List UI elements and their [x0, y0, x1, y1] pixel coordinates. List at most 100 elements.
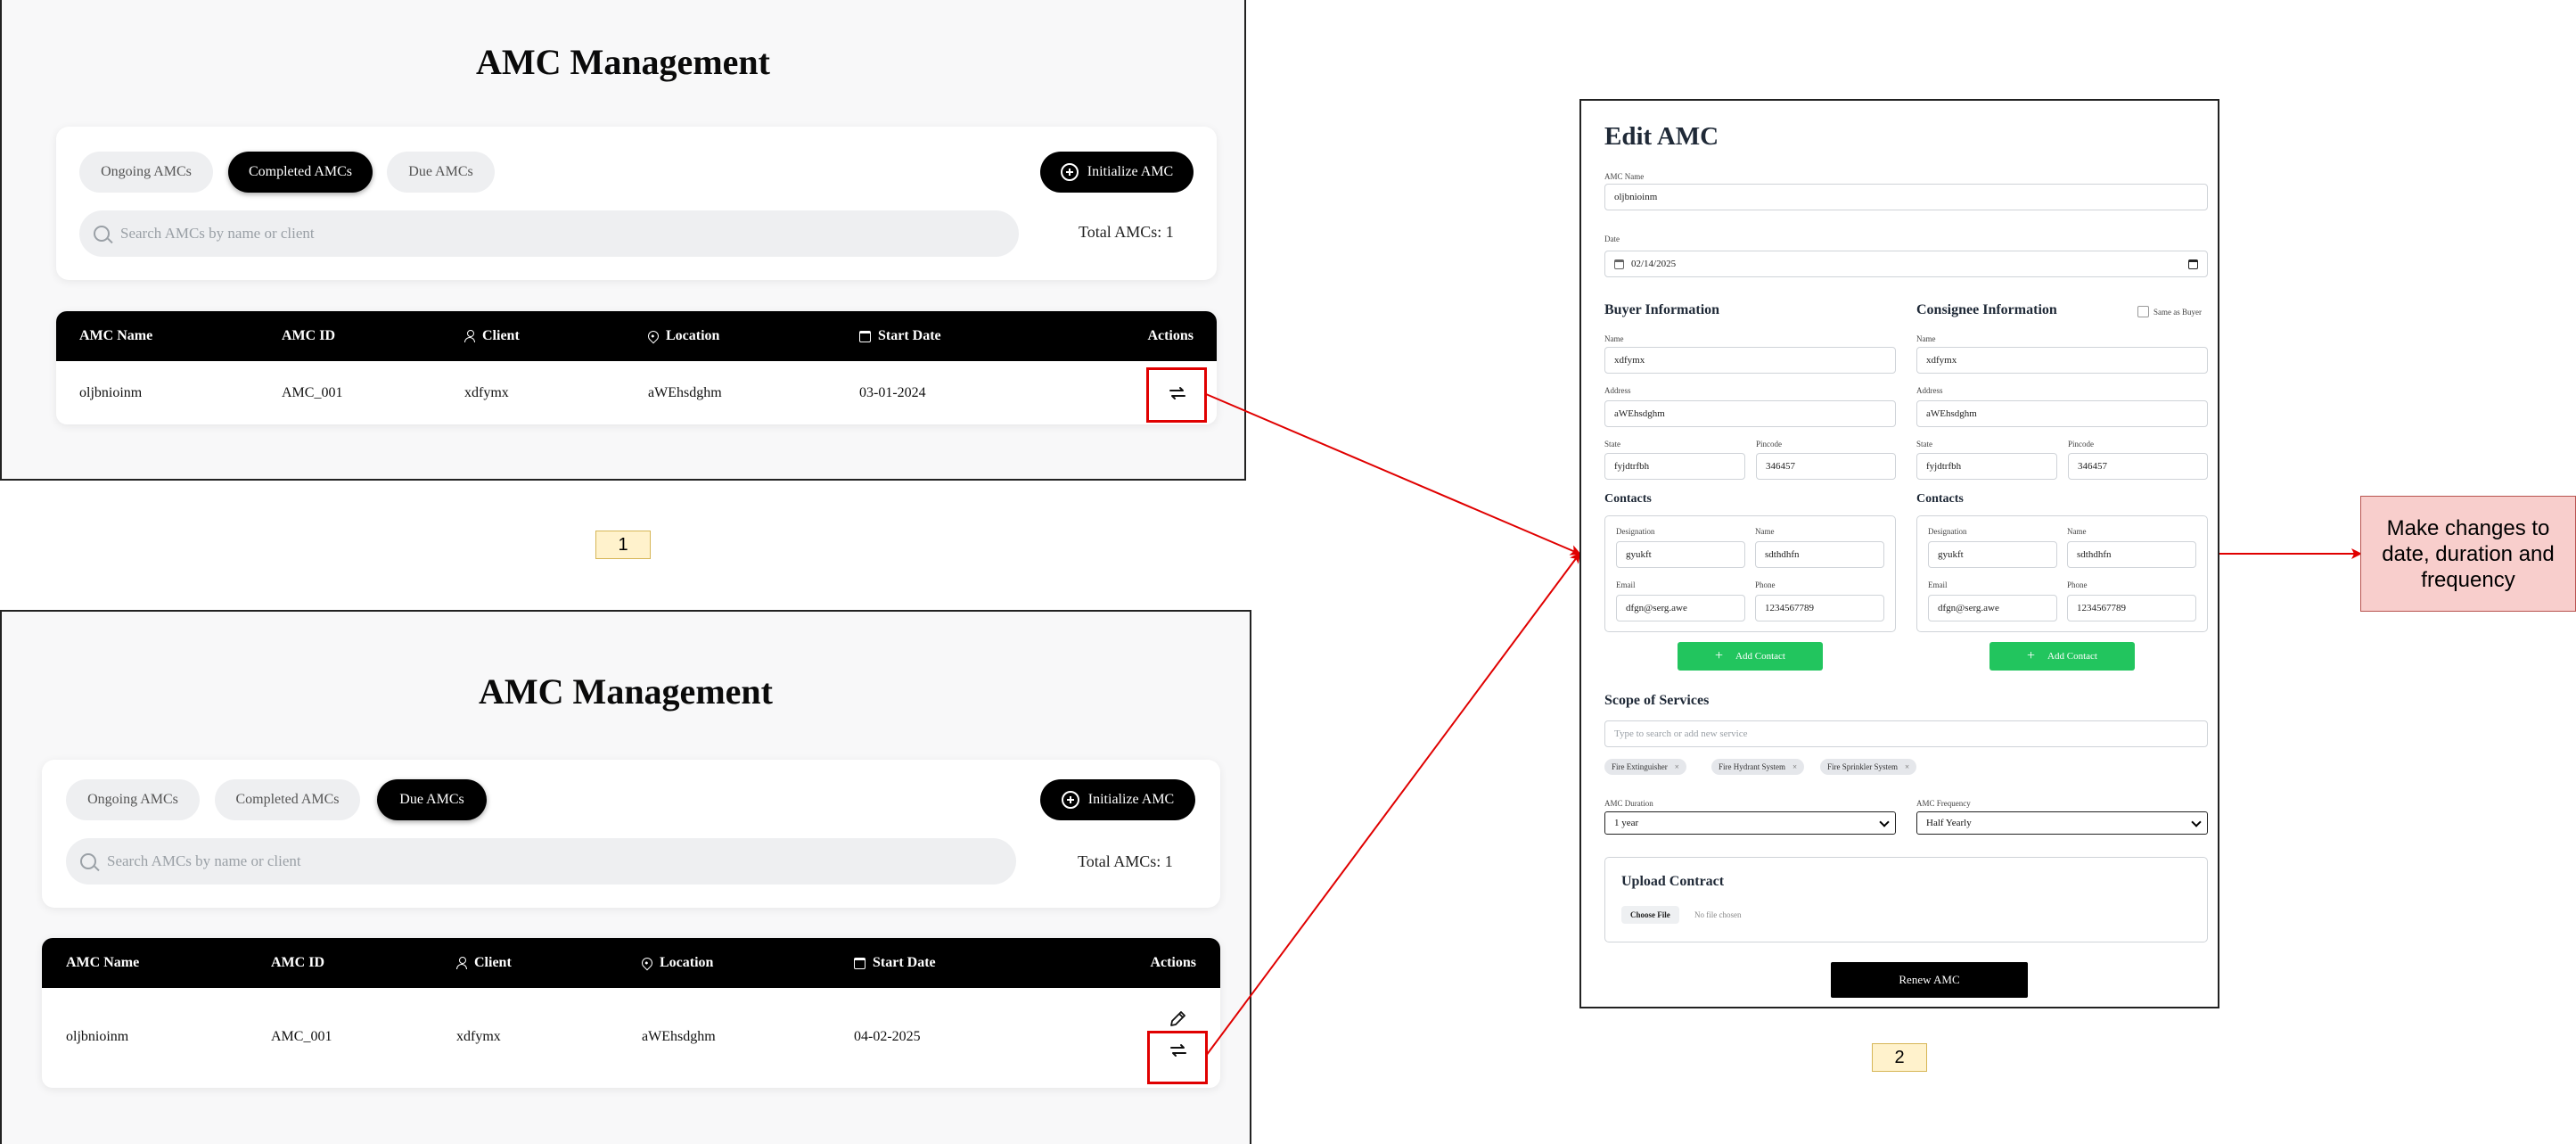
- consignee-phone-label: Phone: [2067, 580, 2088, 589]
- initialize-amc-button[interactable]: Initialize AMC: [1040, 152, 1194, 193]
- initialize-amc-label: Initialize AMC: [1087, 792, 1175, 807]
- scope-search-input[interactable]: Type to search or add new service: [1604, 720, 2208, 747]
- col-amc-id: AMC ID: [271, 955, 324, 970]
- scope-heading: Scope of Services: [1604, 693, 1710, 708]
- tab-completed-amcs[interactable]: Completed AMCs: [228, 152, 373, 193]
- initialize-amc-button[interactable]: Initialize AMC: [1040, 779, 1195, 820]
- consignee-contact-name-input[interactable]: sdthdhfn: [2067, 541, 2196, 568]
- cell-amc-name: oljbnioinm: [66, 1029, 129, 1044]
- buyer-state-input[interactable]: fyjdtrfbh: [1604, 453, 1745, 480]
- upload-contract-card: Upload Contract Choose File No file chos…: [1604, 857, 2208, 942]
- buyer-name-input[interactable]: xdfymx: [1604, 347, 1896, 374]
- consignee-phone-input[interactable]: 1234567789: [2067, 595, 2196, 621]
- filter-card: Ongoing AMCs Completed AMCs Due AMCs Ini…: [42, 760, 1220, 908]
- scope-placeholder: Type to search or add new service: [1614, 728, 1748, 739]
- tab-ongoing-amcs[interactable]: Ongoing AMCs: [66, 779, 200, 820]
- col-amc-name: AMC Name: [79, 328, 153, 343]
- buyer-designation-label: Designation: [1616, 527, 1655, 536]
- screenshot-completed-amcs: AMC Management Ongoing AMCs Completed AM…: [0, 0, 1246, 481]
- col-amc-name: AMC Name: [66, 955, 140, 970]
- tab-due-amcs[interactable]: Due AMCs: [387, 152, 495, 193]
- cell-amc-id: AMC_001: [282, 385, 343, 400]
- location-pin-icon: [645, 328, 661, 344]
- highlight-box-renew: [1146, 367, 1207, 423]
- amc-table: AMC Name AMC ID Client Location Start Da…: [56, 311, 1217, 424]
- buyer-phone-label: Phone: [1755, 580, 1776, 589]
- consignee-name-input[interactable]: xdfymx: [1916, 347, 2208, 374]
- arrow-completed-to-edit: [1205, 393, 1581, 556]
- user-icon: [464, 330, 475, 342]
- plus-circle-icon: [1060, 163, 1079, 181]
- edit-icon[interactable]: [1168, 1008, 1189, 1029]
- col-client: Client: [464, 311, 520, 361]
- tab-ongoing-amcs[interactable]: Ongoing AMCs: [79, 152, 213, 193]
- user-icon: [456, 957, 467, 969]
- remove-chip-icon[interactable]: ×: [1905, 762, 1909, 771]
- buyer-address-label: Address: [1604, 386, 1631, 395]
- consignee-state-input[interactable]: fyjdtrfbh: [1916, 453, 2057, 480]
- col-actions: Actions: [1147, 328, 1194, 343]
- search-icon: [94, 226, 110, 242]
- buyer-pincode-input[interactable]: 346457: [1756, 453, 1896, 480]
- calendar-icon: [859, 330, 871, 342]
- consignee-address-input[interactable]: aWEhsdghm: [1916, 400, 2208, 427]
- plus-icon: +: [2027, 648, 2036, 663]
- col-start-date: Start Date: [854, 938, 936, 988]
- chevron-down-icon: [2191, 817, 2202, 827]
- cell-location: aWEhsdghm: [642, 1029, 716, 1044]
- search-placeholder: Search AMCs by name or client: [107, 852, 301, 869]
- cell-amc-id: AMC_001: [271, 1029, 332, 1044]
- buyer-contact-name-input[interactable]: sdthdhfn: [1755, 541, 1884, 568]
- col-location: Location: [645, 311, 719, 361]
- search-icon: [80, 853, 96, 869]
- consignee-pincode-input[interactable]: 346457: [2068, 453, 2208, 480]
- search-input[interactable]: Search AMCs by name or client: [66, 838, 1016, 885]
- table-header: AMC Name AMC ID Client Location Start Da…: [56, 311, 1217, 361]
- consignee-email-input[interactable]: dfgn@serg.awe: [1928, 595, 2057, 621]
- tab-completed-amcs[interactable]: Completed AMCs: [215, 779, 360, 820]
- edit-amc-form: Edit AMC AMC Name oljbnioinm Date 02/14/…: [1579, 99, 2219, 1008]
- consignee-pincode-label: Pincode: [2068, 440, 2094, 449]
- total-amcs: Total AMCs: 1: [1079, 223, 1174, 241]
- buyer-phone-input[interactable]: 1234567789: [1755, 595, 1884, 621]
- col-location: Location: [639, 938, 713, 988]
- tab-due-amcs[interactable]: Due AMCs: [377, 779, 487, 820]
- buyer-contact-name-label: Name: [1755, 527, 1775, 536]
- screenshot-due-amcs: AMC Management Ongoing AMCs Completed AM…: [0, 610, 1251, 1144]
- remove-chip-icon[interactable]: ×: [1793, 762, 1797, 771]
- buyer-designation-input[interactable]: gyukft: [1616, 541, 1745, 568]
- choose-file-button[interactable]: Choose File: [1621, 906, 1679, 924]
- buyer-state-label: State: [1604, 440, 1620, 449]
- step-label-2: 2: [1872, 1043, 1927, 1072]
- service-chip: Fire Extinguisher ×: [1604, 759, 1686, 775]
- consignee-designation-input[interactable]: gyukft: [1928, 541, 2057, 568]
- renew-amc-button[interactable]: Renew AMC: [1831, 962, 2028, 998]
- date-picker-icon[interactable]: [2188, 259, 2198, 269]
- duration-select[interactable]: 1 year: [1604, 811, 1896, 835]
- date-input[interactable]: 02/14/2025: [1604, 251, 2208, 277]
- consignee-add-contact-button[interactable]: + Add Contact: [1989, 642, 2135, 671]
- buyer-email-input[interactable]: dfgn@serg.awe: [1616, 595, 1745, 621]
- consignee-contact-name-label: Name: [2067, 527, 2087, 536]
- total-amcs: Total AMCs: 1: [1078, 852, 1173, 870]
- buyer-address-input[interactable]: aWEhsdghm: [1604, 400, 1896, 427]
- amc-name-label: AMC Name: [1604, 172, 1645, 181]
- remove-chip-icon[interactable]: ×: [1675, 762, 1679, 771]
- same-as-buyer-checkbox[interactable]: [2137, 306, 2149, 317]
- cell-start-date: 03-01-2024: [859, 385, 926, 400]
- form-title: Edit AMC: [1604, 122, 1719, 151]
- consignee-heading: Consignee Information: [1916, 302, 2057, 317]
- search-input[interactable]: Search AMCs by name or client: [79, 210, 1019, 257]
- page-title: AMC Management: [479, 671, 773, 712]
- buyer-add-contact-button[interactable]: + Add Contact: [1678, 642, 1823, 671]
- cell-client: xdfymx: [456, 1029, 501, 1044]
- frequency-label: AMC Frequency: [1916, 799, 1971, 808]
- initialize-amc-label: Initialize AMC: [1087, 164, 1174, 179]
- consignee-contact-card: Designation gyukft Name sdthdhfn Email d…: [1916, 515, 2208, 632]
- col-actions: Actions: [1150, 955, 1196, 970]
- frequency-select[interactable]: Half Yearly: [1916, 811, 2208, 835]
- note-box: Make changes to date, duration and frequ…: [2360, 496, 2576, 612]
- col-start-date: Start Date: [859, 311, 941, 361]
- service-chip: Fire Sprinkler System ×: [1820, 759, 1917, 775]
- amc-name-input[interactable]: oljbnioinm: [1604, 184, 2208, 210]
